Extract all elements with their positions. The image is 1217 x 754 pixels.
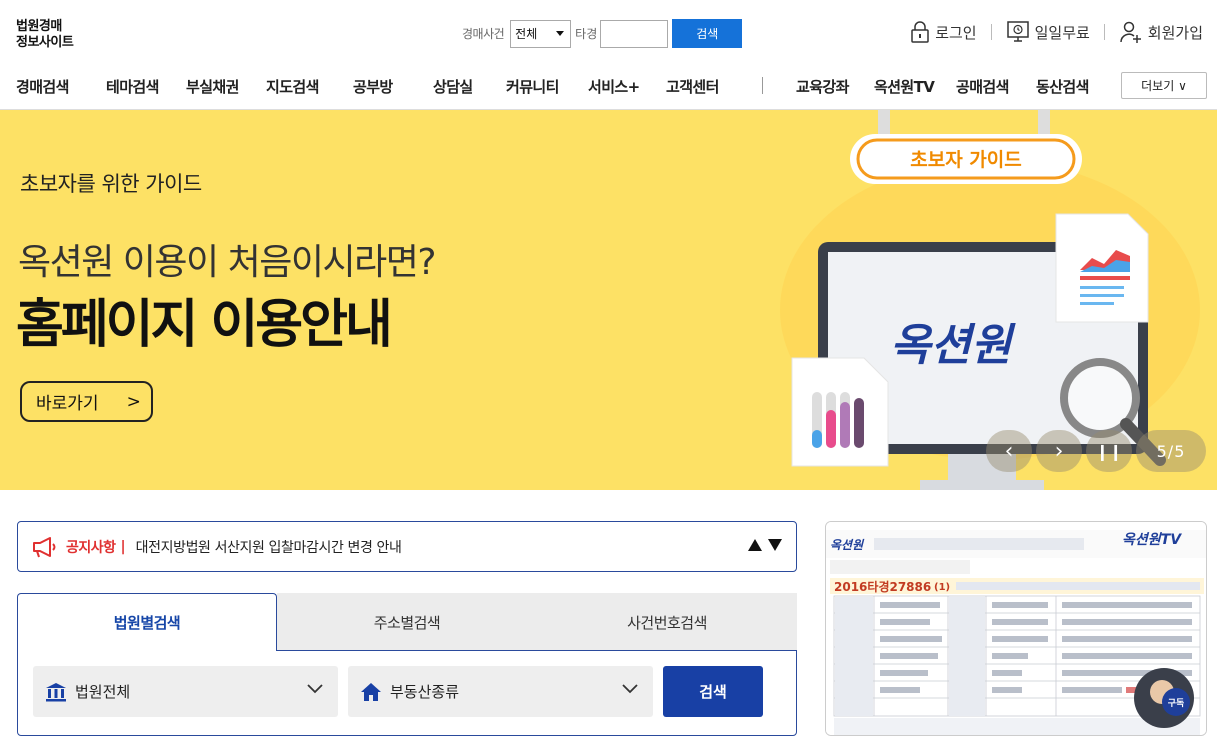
caret-down-icon [556,31,565,36]
nav-item-community[interactable]: 커뮤니티 [506,76,559,97]
nav-item-auction-search[interactable]: 경매검색 [16,76,69,97]
chevron-down-icon [622,684,638,694]
slide-controls: ‹ › ❙❙ 5/5 [986,430,1206,472]
signup-link[interactable]: 회원가입 [1119,20,1203,44]
more-button[interactable]: 더보기 ∨ [1121,72,1207,99]
notice-title: 공지사항 [66,539,116,556]
case-search-label: 경매사건 [462,27,505,41]
hero-banner[interactable]: 초보자를 위한 가이드 옥션원 이용이 처음이시라면? 홈페이지 이용안내 바로… [0,110,1217,490]
notice-text[interactable]: 대전지방법원 서산지원 입찰마감시간 변경 안내 [136,537,402,557]
pause-icon: ❙❙ [1095,441,1123,461]
tv-site-logo: 옥션원 [830,538,865,552]
banner-subtitle: 초보자를 위한 가이드 [20,172,202,196]
banner-cta-label: 바로가기 [36,394,99,414]
notice-divider: | [120,538,126,555]
court-building-icon [46,682,66,701]
nav-item-services[interactable]: 서비스+ [588,76,640,97]
banner-cta-button[interactable]: 바로가기 > [20,381,153,422]
divider [990,24,992,40]
notice-arrows [748,539,782,551]
nav-item-tv[interactable]: 옥션원TV [874,76,935,97]
bar-chart-document-icon [791,357,889,467]
search-tabs: 법원별검색 주소별검색 사건번호검색 [17,593,797,651]
nav-item-map-search[interactable]: 지도검색 [266,76,319,97]
banner-title: 홈페이지 이용안내 [16,295,393,355]
nav-divider [762,77,763,94]
site-logo[interactable]: 법원경매 정보사이트 [16,19,74,51]
case-search-button[interactable]: 검색 [672,19,743,48]
megaphone-icon [33,536,56,557]
property-type-dropdown[interactable]: 부동산종류 [348,666,653,717]
lock-icon [911,21,929,43]
user-add-icon [1120,21,1141,43]
search-panel: 법원전체 부동산종류 검색 [17,650,797,736]
slide-next-button[interactable]: › [1036,430,1082,472]
slide-counter: 5/5 [1136,430,1206,472]
video-thumbnail: 옥션원 옥션원TV 2016타경27886 (1) 구독 [826,522,1206,735]
court-dropdown[interactable]: 법원전체 [33,666,338,717]
case-type-select[interactable]: 전체 [510,19,572,48]
case-search-bar: 경매사건 전체 타경 검색 [462,19,743,48]
tab-address-search[interactable]: 주소별검색 [277,593,537,651]
notice-bar[interactable]: 공지사항 | 대전지방법원 서산지원 입찰마감시간 변경 안내 [17,521,797,572]
property-type-value: 부동산종류 [390,683,460,701]
chevron-right-icon: > [126,391,141,412]
case-type-value: 전체 [515,27,538,41]
arrow-up-icon[interactable] [748,539,762,551]
chart-document-icon [1055,213,1149,323]
tv-logo: 옥션원TV [1122,532,1182,548]
signup-label: 회원가입 [1147,23,1203,42]
auction-tv-video[interactable]: 옥션원 옥션원TV 2016타경27886 (1) 구독 [825,521,1207,736]
nav-item-movable-search[interactable]: 동산검색 [1036,76,1089,97]
slide-pause-button[interactable]: ❙❙ [1086,430,1132,472]
login-label: 로그인 [935,23,977,42]
monitor-clock-icon [1006,21,1029,42]
chevron-right-icon: › [1054,438,1064,464]
logo-line1: 법원경매 [16,19,62,34]
guide-badge-text: 초보자 가이드 [910,149,1022,171]
nav-item-education[interactable]: 교육강좌 [796,76,849,97]
arrow-down-icon[interactable] [768,539,782,551]
tab-case-number-search[interactable]: 사건번호검색 [537,593,797,651]
home-icon [361,682,381,701]
login-link[interactable]: 로그인 [910,20,977,44]
nav-item-consult[interactable]: 상담실 [433,76,473,97]
nav-item-theme-search[interactable]: 테마검색 [106,76,159,97]
chevron-left-icon: ‹ [1004,438,1014,464]
logo-line2: 정보사이트 [16,35,74,50]
nav-item-study[interactable]: 공부방 [353,76,393,97]
divider [1103,24,1105,40]
tv-case-title: 2016타경27886 [834,579,931,594]
slide-prev-button[interactable]: ‹ [986,430,1032,472]
court-dropdown-value: 법원전체 [75,683,131,701]
chevron-down-icon [307,684,323,694]
property-search-button[interactable]: 검색 [663,666,763,717]
subscribe-badge: 구독 [1168,698,1185,709]
nav-item-public-auction[interactable]: 공매검색 [956,76,1009,97]
monitor-logo-text: 옥션원 [890,320,1016,371]
trial-label: 일일무료 [1034,23,1090,42]
main-nav: 경매검색 테마검색 부실채권 지도검색 공부방 상담실 커뮤니티 서비스+ 고객… [0,70,1217,110]
case-number-input[interactable] [600,19,669,48]
trial-link[interactable]: 일일무료 [1006,20,1090,44]
case-suffix-label: 타경 [575,27,598,41]
nav-item-npl[interactable]: 부실채권 [186,76,239,97]
user-links: 로그인 일일무료 회원가입 [910,20,1203,44]
nav-item-customer-center[interactable]: 고객센터 [666,76,719,97]
tv-case-sub: (1) [934,582,950,593]
banner-headline: 옥션원 이용이 처음이시라면? [18,242,436,283]
tab-court-search[interactable]: 법원별검색 [17,593,277,651]
